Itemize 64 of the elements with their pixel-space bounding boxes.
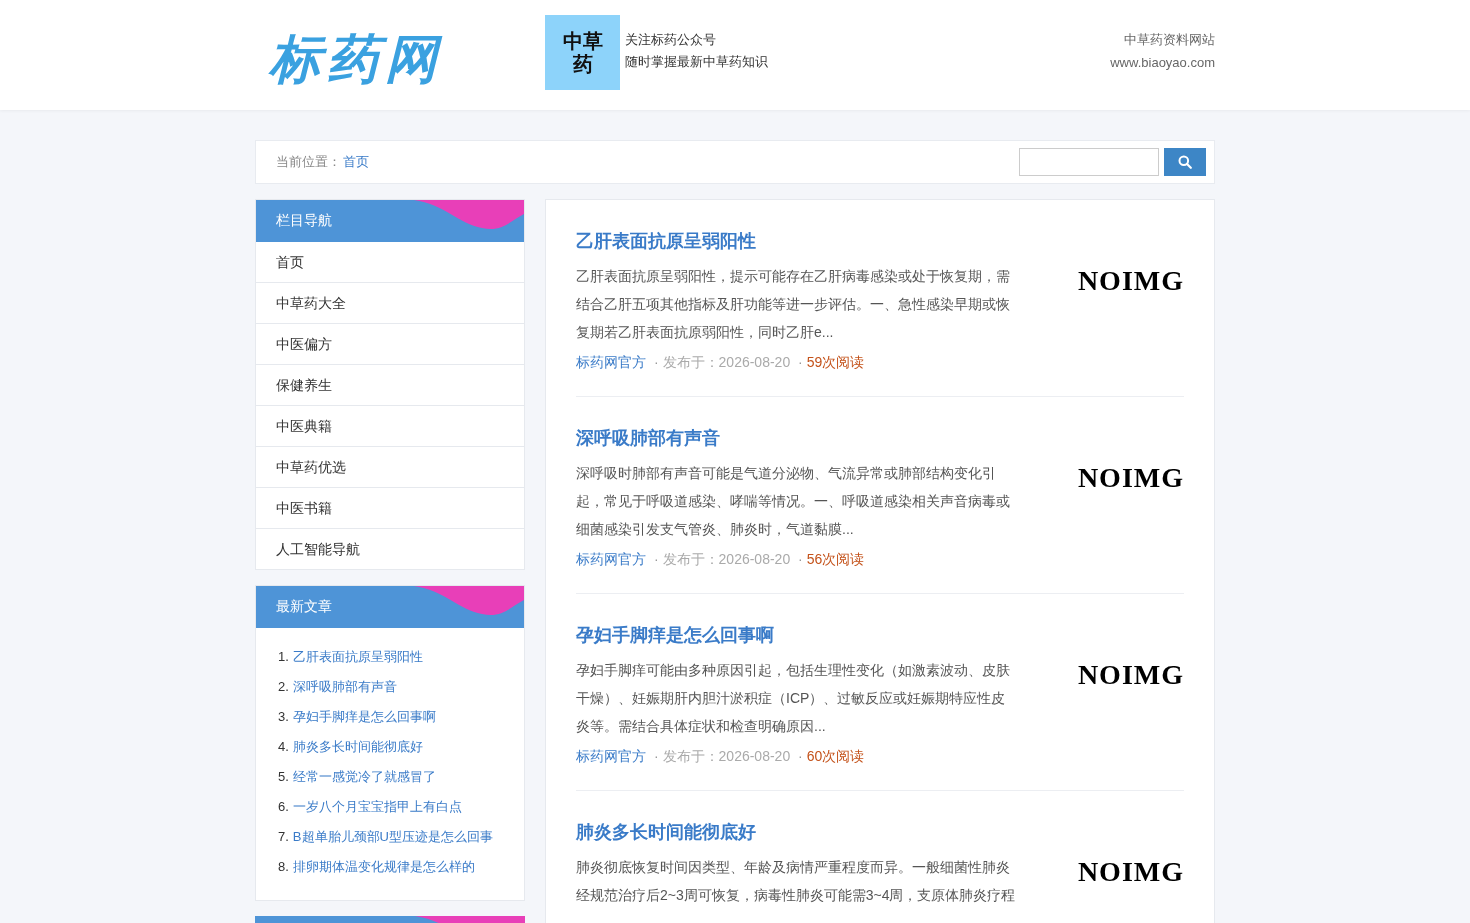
article-title[interactable]: 深呼吸肺部有声音 bbox=[576, 423, 1016, 453]
separator-dot: · bbox=[798, 354, 803, 370]
article-link[interactable]: 孕妇手脚痒是怎么回事啊 bbox=[292, 702, 436, 732]
article-link[interactable]: 一岁八个月宝宝指甲上有白点 bbox=[292, 792, 462, 822]
nav-item[interactable]: 中草药优选 bbox=[256, 447, 524, 488]
list-number: 2. bbox=[278, 678, 289, 696]
list-number: 4. bbox=[278, 738, 289, 756]
site-text: 中草药资料网站 bbox=[1124, 31, 1215, 49]
article-link[interactable]: B超单胎儿颈部U型压迹是怎么回事 bbox=[292, 822, 493, 852]
article-summary: 乙肝表面抗原呈弱阳性，提示可能存在乙肝病毒感染或处于恢复期，需结合乙肝五项其他指标及肝功能等进一步评估。一、急性感染早期或恢复期若乙肝表面抗原弱阳性，同时乙肝e... bbox=[576, 267, 1011, 342]
separator-dot: · bbox=[653, 354, 659, 370]
publish-date: 发布于：2026-08-20 bbox=[662, 354, 791, 370]
author-link[interactable]: 标药网官方 bbox=[576, 748, 646, 764]
list-number: 3. bbox=[278, 708, 289, 726]
separator-dot: · bbox=[653, 551, 659, 567]
read-count: 56次阅读 bbox=[806, 551, 865, 567]
qr-badge: 中草药 bbox=[545, 15, 620, 90]
read-count: 60次阅读 bbox=[806, 748, 865, 764]
nav-item[interactable]: 中医偏方 bbox=[256, 324, 524, 365]
separator-dot: · bbox=[798, 551, 803, 567]
article-link[interactable]: 乙肝表面抗原呈弱阳性 bbox=[292, 642, 423, 672]
panel-title: 最新文章 bbox=[276, 598, 332, 616]
publish-date: 发布于：2026-08-20 bbox=[662, 748, 791, 764]
list-number: 7. bbox=[278, 828, 289, 846]
breadcrumb-label: 当前位置： bbox=[276, 153, 341, 171]
breadcrumb-link[interactable]: 首页 bbox=[343, 153, 369, 171]
article-summary: 孕妇手脚痒可能由多种原因引起，包括生理性变化（如激素波动、皮肤干燥）、妊娠期肝内胆汁淤积症（ICP）、过敏反应或妊娠期特应性皮炎等。需结合具体症状和检查明确原因... bbox=[576, 661, 1011, 736]
publish-date: 发布于：2026-08-20 bbox=[662, 551, 791, 567]
search-field[interactable] bbox=[1019, 148, 1159, 176]
search-icon bbox=[1178, 155, 1192, 169]
panel-title: 栏目导航 bbox=[276, 212, 332, 230]
separator-dot: · bbox=[798, 748, 803, 764]
article-title[interactable]: 孕妇手脚痒是怎么回事啊 bbox=[576, 620, 1016, 650]
search-button[interactable] bbox=[1164, 148, 1206, 176]
article-title[interactable]: 肺炎多长时间能彻底好 bbox=[576, 817, 1016, 847]
article-link[interactable]: 深呼吸肺部有声音 bbox=[292, 672, 397, 702]
article-link[interactable]: 肺炎多长时间能彻底好 bbox=[292, 732, 423, 762]
read-count: 59次阅读 bbox=[806, 354, 865, 370]
author-link[interactable]: 标药网官方 bbox=[576, 354, 646, 370]
list-number: 8. bbox=[278, 858, 289, 876]
follow-text: 随时掌握最新中草药知识 bbox=[625, 53, 768, 71]
list-number: 1. bbox=[278, 648, 289, 666]
no-image-text: NOIMG bbox=[1076, 461, 1184, 495]
nav-item[interactable]: 中医书籍 bbox=[256, 488, 524, 529]
site-logo[interactable]: 标药网 bbox=[269, 28, 545, 91]
list-number: 6. bbox=[278, 798, 289, 816]
separator-dot: · bbox=[653, 748, 659, 764]
nav-item[interactable]: 中医典籍 bbox=[256, 406, 524, 447]
article-summary: 肺炎彻底恢复时间因类型、年龄及病情严重程度而异。一般细菌性肺炎经规范治疗后2~3周可恢复，病毒性肺炎可能需3~4周，支原体肺炎疗程 bbox=[576, 858, 1016, 905]
article-title[interactable]: 乙肝表面抗原呈弱阳性 bbox=[576, 226, 1016, 256]
list-number: 5. bbox=[278, 768, 289, 786]
follow-text: 关注标药公众号 bbox=[625, 31, 717, 49]
nav-item[interactable]: 人工智能导航 bbox=[256, 529, 524, 569]
site-text: www.biaoyao.com bbox=[1110, 55, 1215, 70]
no-image-text: NOIMG bbox=[1076, 855, 1184, 889]
article-link[interactable]: 经常一感觉冷了就感冒了 bbox=[292, 762, 436, 792]
article-link[interactable]: 排卵期体温变化规律是怎么样的 bbox=[292, 852, 475, 882]
no-image-text: NOIMG bbox=[1076, 264, 1184, 298]
author-link[interactable]: 标药网官方 bbox=[576, 551, 646, 567]
nav-item[interactable]: 中草药大全 bbox=[256, 283, 524, 324]
nav-item[interactable]: 首页 bbox=[256, 242, 524, 283]
article-summary: 深呼吸时肺部有声音可能是气道分泌物、气流异常或肺部结构变化引起，常见于呼吸道感染、哮喘等情况。一、呼吸道感染相关声音病毒或细菌感染引发支气管炎、肺炎时，气道黏膜... bbox=[576, 464, 1011, 539]
nav-item[interactable]: 保健养生 bbox=[256, 365, 524, 406]
no-image-text: NOIMG bbox=[1076, 658, 1184, 692]
